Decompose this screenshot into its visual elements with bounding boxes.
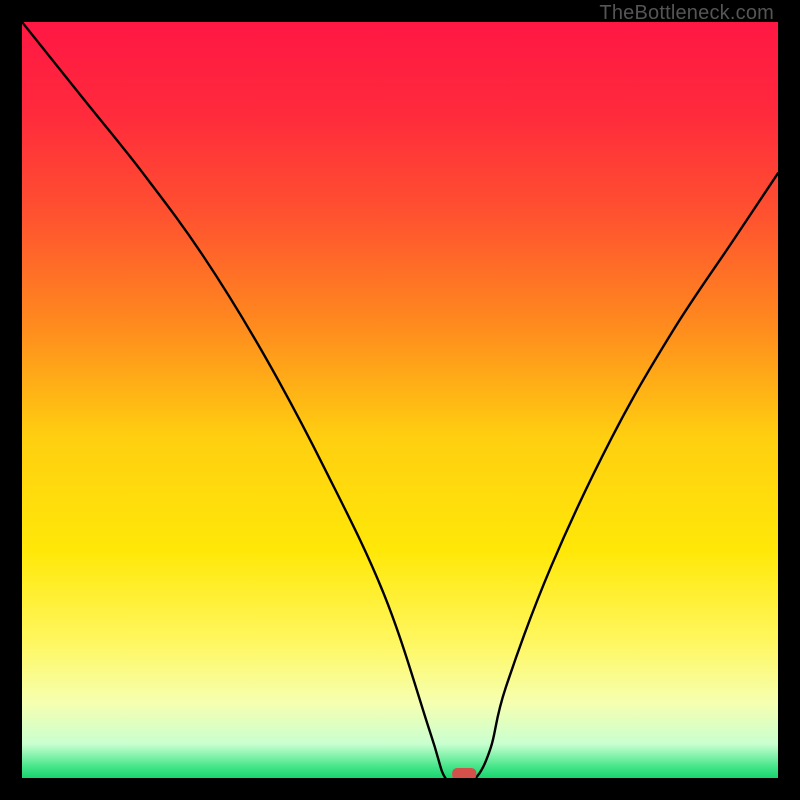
chart-frame	[22, 22, 778, 778]
bottleneck-chart	[22, 22, 778, 778]
gradient-fill	[22, 22, 778, 778]
minimum-marker	[452, 768, 476, 778]
